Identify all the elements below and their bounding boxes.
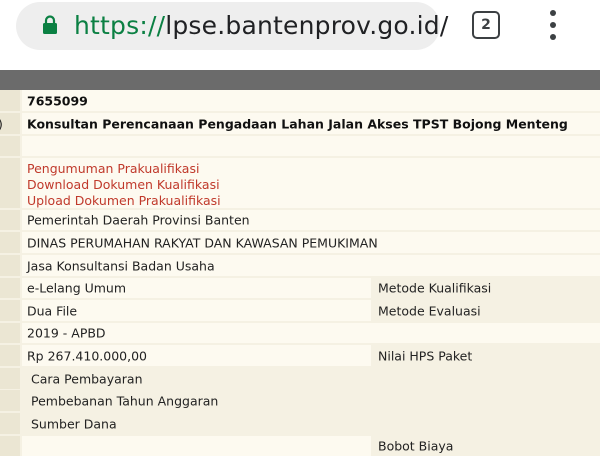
anggaran-value: 2019 - APBD [27, 325, 106, 341]
bobot-biaya-label: Bobot Biaya [378, 438, 454, 454]
link-upload-dokumen-prakualifikasi[interactable]: Upload Dokumen Prakualifikasi [27, 193, 221, 208]
row-kategori: Jasa Konsultansi Badan Usaha [0, 255, 600, 276]
row-dokumen-links: Pengumuman Prakualifikasi Download Dokum… [0, 158, 600, 208]
url-text: https://lpse.bantenprov.go.id/ [74, 12, 448, 40]
pembebanan-label: Pembebanan Tahun Anggaran [31, 393, 219, 408]
overflow-menu-icon[interactable] [546, 10, 560, 40]
tender-detail-table: 7655099 ) Konsultan Perencanaan Pengadaa… [0, 90, 600, 456]
row-sumber-dana: Sumber Dana [0, 413, 600, 434]
row-label-fragment: ) [0, 116, 3, 131]
link-pengumuman-prakualifikasi[interactable]: Pengumuman Prakualifikasi [27, 161, 221, 177]
address-bar[interactable]: https://lpse.bantenprov.go.id/ [16, 2, 448, 50]
url-scheme: https:// [74, 11, 166, 40]
metode-evaluasi-label: Metode Evaluasi [378, 303, 481, 318]
nilai-hps-label: Nilai HPS Paket [378, 348, 473, 363]
metode-kualifikasi-label: Metode Kualifikasi [378, 280, 492, 296]
row-cara-pembayaran: Cara Pembayaran [0, 368, 600, 389]
link-download-dokumen-kualifikasi[interactable]: Download Dokumen Kualifikasi [27, 177, 221, 193]
tender-id: 7655099 [27, 93, 88, 108]
row-pembebanan: Pembebanan Tahun Anggaran [0, 390, 600, 411]
tab-switcher-button[interactable]: 2 [472, 11, 500, 39]
metode-pengadaan-value: e-Lelang Umum [27, 280, 127, 296]
row-kode-tender: 7655099 [0, 90, 600, 111]
kategori-value: Jasa Konsultansi Badan Usaha [27, 258, 215, 273]
row-empty [0, 136, 600, 156]
row-metode-dokumen: Dua File Metode Evaluasi [0, 300, 600, 321]
row-satker: DINAS PERUMAHAN RAKYAT DAN KAWASAN PEMUK… [0, 232, 600, 253]
metode-dokumen-value: Dua File [27, 303, 78, 318]
row-metode-pengadaan: e-Lelang Umum Metode Kualifikasi [0, 278, 600, 298]
tender-name: Konsultan Perencanaan Pengadaan Lahan Ja… [27, 116, 568, 131]
lock-icon [43, 15, 57, 34]
row-nama-tender: ) Konsultan Perencanaan Pengadaan Lahan … [0, 113, 600, 134]
satker-value: DINAS PERUMAHAN RAKYAT DAN KAWASAN PEMUK… [27, 235, 378, 250]
row-bobot-biaya: Bobot Biaya [0, 436, 600, 456]
row-nilai-pagu: Rp 267.410.000,00 Nilai HPS Paket [0, 345, 600, 366]
browser-toolbar: https://lpse.bantenprov.go.id/ 2 [0, 0, 600, 64]
cara-pembayaran-label: Cara Pembayaran [31, 371, 143, 386]
row-instansi: Pemerintah Daerah Provinsi Banten [0, 210, 600, 230]
sumber-dana-label: Sumber Dana [31, 416, 117, 431]
nilai-pagu-value: Rp 267.410.000,00 [27, 348, 147, 363]
url-host: lpse.bantenprov.go.id/ [165, 11, 449, 40]
instansi-value: Pemerintah Daerah Provinsi Banten [27, 212, 250, 228]
row-anggaran: 2019 - APBD [0, 323, 600, 343]
page-header-bar [0, 70, 600, 90]
